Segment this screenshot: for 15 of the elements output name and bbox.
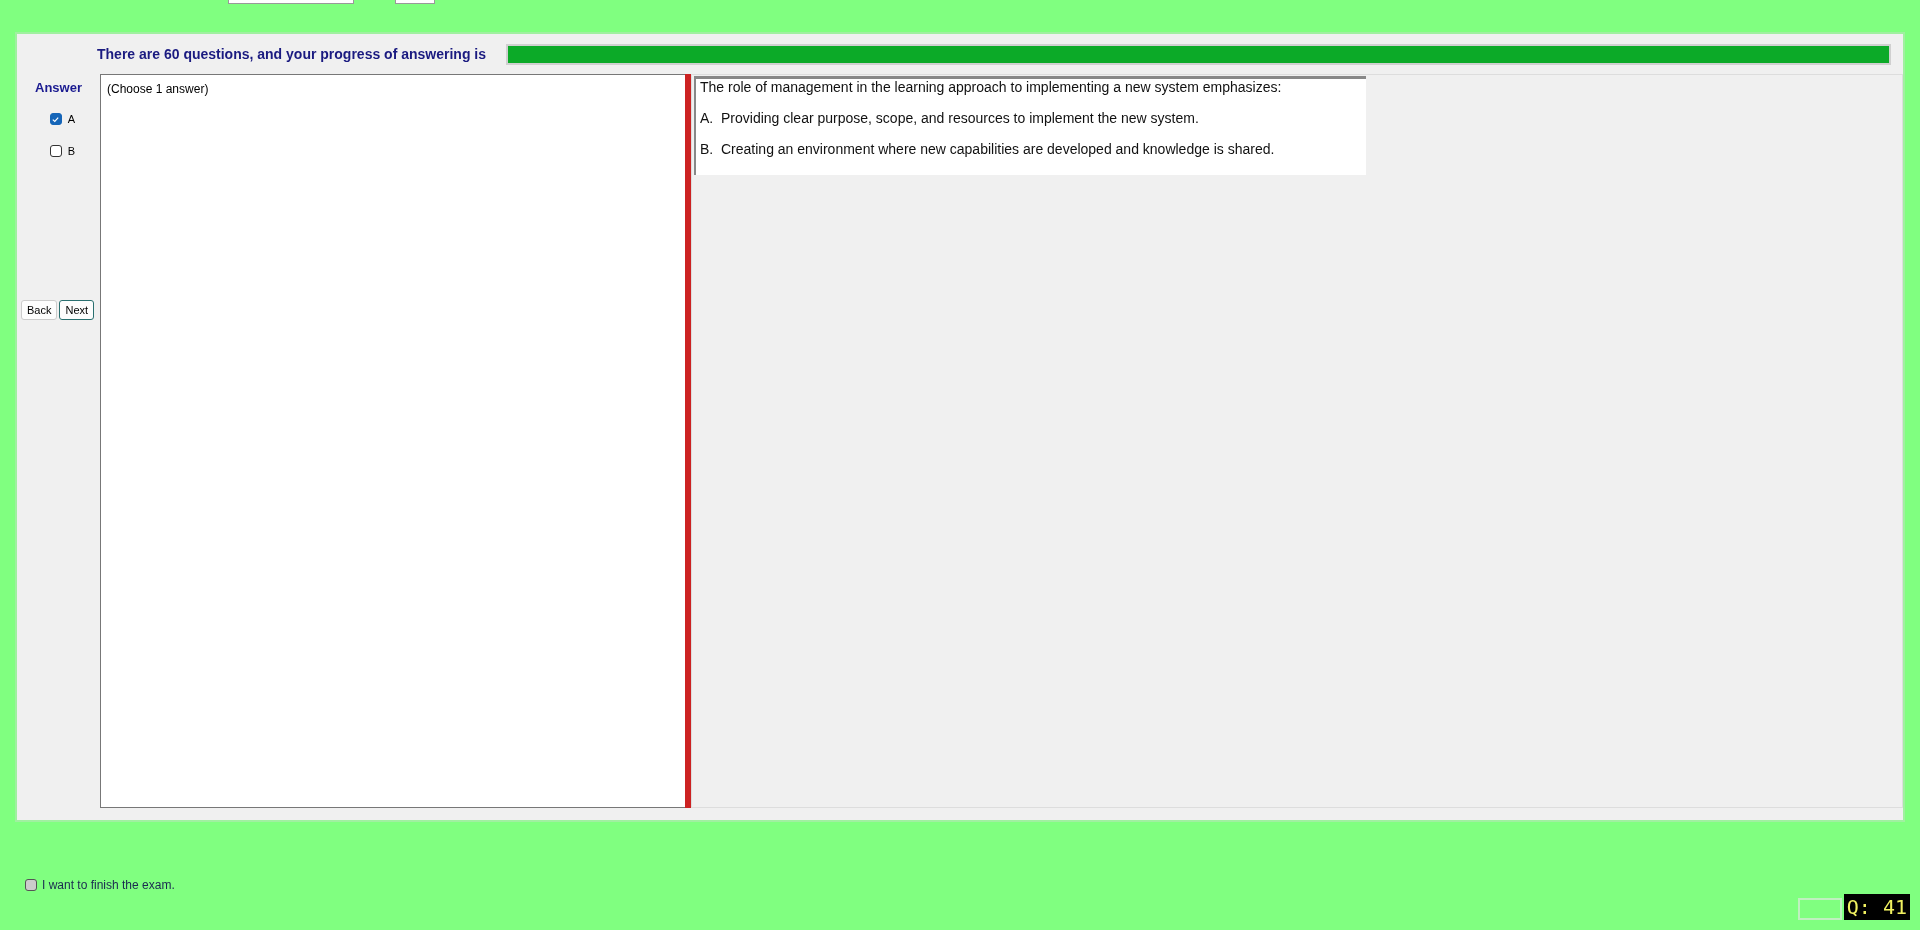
progress-label: There are 60 questions, and your progress of answering is xyxy=(97,46,486,62)
question-choice: B. Creating an environment where new capabilities are developed and knowledge is shared. xyxy=(700,141,1276,157)
answer-heading: Answer xyxy=(35,80,82,95)
question-text: The role of management in the learning approach to implementing a new system emphasizes: xyxy=(700,79,1283,95)
finish-checkbox[interactable]: I want to finish the exam. xyxy=(25,878,175,892)
answer-hint: (Choose 1 answer) xyxy=(107,82,209,96)
outline-button[interactable] xyxy=(1797,898,1842,920)
splitter-handle[interactable] xyxy=(685,74,691,808)
question-counter: Q: 41 xyxy=(1843,894,1910,920)
answer-checkbox[interactable]: A xyxy=(49,103,76,135)
question-choice: A. Providing clear purpose, scope, and resources to implement the new system. xyxy=(700,110,1200,126)
nav-button[interactable]: Next xyxy=(59,300,95,320)
check-icon xyxy=(51,114,61,124)
answer-checkbox[interactable]: B xyxy=(49,135,76,167)
nav-button[interactable]: Back xyxy=(21,300,58,320)
